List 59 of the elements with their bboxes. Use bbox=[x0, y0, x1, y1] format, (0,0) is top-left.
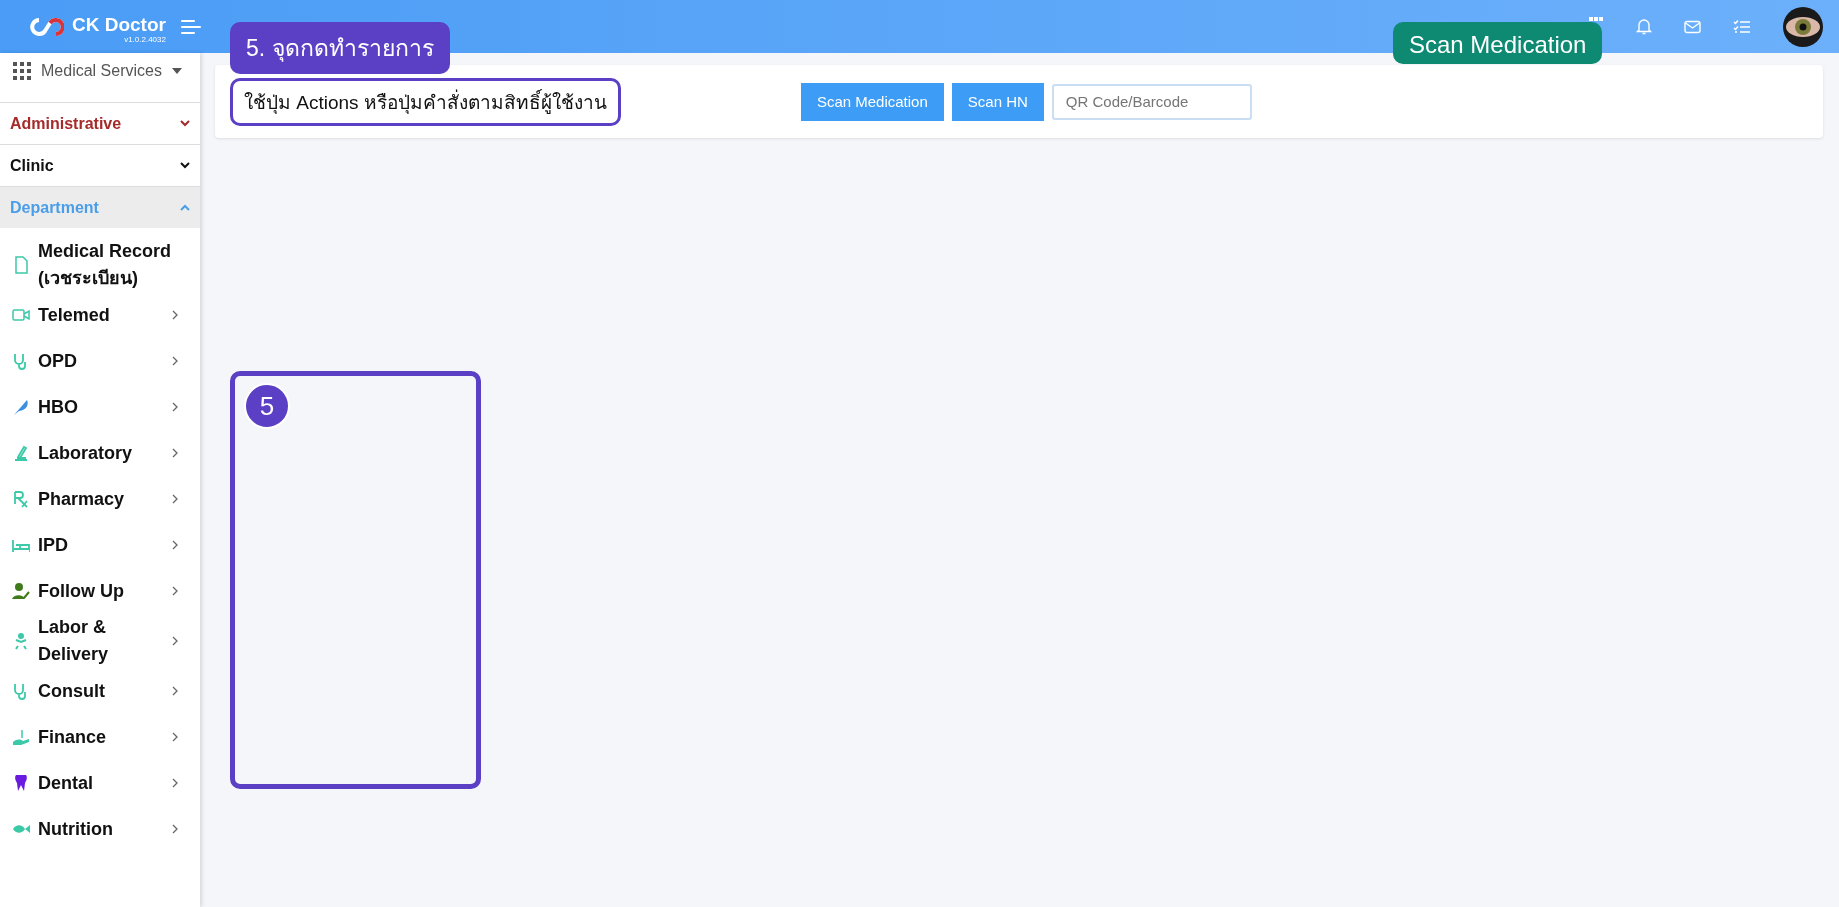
prescription-icon bbox=[12, 490, 30, 508]
caret-icon bbox=[171, 68, 182, 74]
hand-coin-icon bbox=[12, 728, 30, 746]
logo-icon bbox=[28, 15, 64, 38]
sidebar-item[interactable]: Follow Up bbox=[0, 568, 200, 614]
video-camera-icon bbox=[12, 306, 30, 324]
file-icon bbox=[12, 256, 30, 274]
hint-text: ใช้ปุ่ม Actions หรือปุ่มคำสั่งตามสิทธิ์ผู้ใช้งาน bbox=[230, 77, 621, 126]
item-label: Telemed bbox=[38, 303, 111, 327]
section-header[interactable]: Administrative bbox=[0, 102, 200, 144]
chevron-icon bbox=[180, 162, 190, 169]
barcode-input[interactable]: QR Code/Barcode bbox=[1051, 83, 1252, 120]
item-label: Labor & Delivery bbox=[38, 616, 110, 666]
item-label: OPD bbox=[38, 349, 78, 373]
version-label: v1.0.2.4032 bbox=[124, 35, 166, 44]
checklist-icon[interactable] bbox=[1733, 18, 1751, 35]
item-label: HBO bbox=[38, 395, 79, 419]
sidebar-item[interactable]: HBO bbox=[0, 384, 200, 430]
chevron-icon bbox=[180, 204, 190, 211]
item-label: Laboratory bbox=[38, 441, 134, 465]
sidebar-item[interactable]: OPD bbox=[0, 338, 200, 384]
sidebar-item[interactable]: Pharmacy bbox=[0, 476, 200, 522]
step-number-badge: 5 bbox=[244, 383, 290, 429]
menu-label: Medical Services bbox=[41, 62, 162, 80]
sidebar-item[interactable]: Medical Record (เวชระเบียน) bbox=[0, 238, 200, 292]
user-edit-icon bbox=[12, 582, 30, 600]
avatar[interactable] bbox=[1783, 6, 1823, 47]
section-label: Department bbox=[10, 198, 99, 217]
item-label: Nutrition bbox=[38, 817, 114, 841]
item-label: Finance bbox=[38, 725, 108, 749]
scan-medication-tag: Scan Medication bbox=[1393, 22, 1603, 64]
sidebar-item[interactable]: Consult bbox=[0, 668, 200, 714]
baby-icon bbox=[12, 632, 30, 650]
item-label: Dental bbox=[38, 771, 94, 795]
item-label: IPD bbox=[38, 533, 69, 557]
section-label: Administrative bbox=[10, 114, 122, 133]
item-label: Pharmacy bbox=[38, 487, 126, 511]
item-label: Medical Record (เวชระเบียน) bbox=[38, 240, 173, 290]
sidebar-item[interactable]: Labor & Delivery bbox=[0, 614, 200, 668]
feather-icon bbox=[12, 398, 30, 416]
section-label: Clinic bbox=[10, 156, 54, 175]
sidebar-item[interactable]: Finance bbox=[0, 714, 200, 760]
item-label: Consult bbox=[38, 679, 106, 703]
menu-icon[interactable] bbox=[179, 18, 202, 35]
grid-icon bbox=[13, 62, 31, 80]
step-callout: 5. จุดกดทำรายการ bbox=[230, 22, 450, 74]
sidebar-item[interactable]: Dental bbox=[0, 760, 200, 806]
sidebar-item[interactable]: Nutrition bbox=[0, 806, 200, 852]
sidebar-item[interactable]: Laboratory bbox=[0, 430, 200, 476]
chevron-icon bbox=[180, 120, 190, 127]
tooth-icon bbox=[12, 774, 30, 792]
bell-icon[interactable] bbox=[1636, 18, 1652, 35]
brand-name: CK Doctor bbox=[72, 15, 166, 35]
item-label: Follow Up bbox=[38, 579, 125, 603]
sidebar-item[interactable]: IPD bbox=[0, 522, 200, 568]
services-dropdown[interactable]: Medical Services bbox=[0, 53, 200, 102]
mail-icon[interactable] bbox=[1684, 19, 1701, 34]
sidebar-item[interactable]: Telemed bbox=[0, 292, 200, 338]
apps-icon[interactable] bbox=[1588, 16, 1604, 21]
